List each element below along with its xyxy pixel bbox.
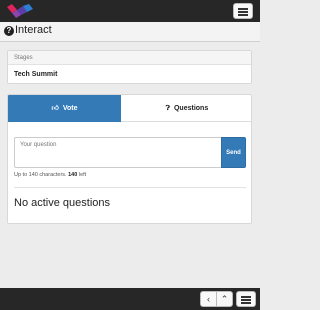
hamburger-menu-icon bbox=[241, 296, 251, 306]
scroll-up-button[interactable]: ⌃ bbox=[216, 291, 233, 307]
page-header: ? Interact bbox=[0, 22, 260, 42]
page-title: Interact bbox=[15, 24, 52, 36]
brand-logo-icon[interactable] bbox=[7, 4, 33, 18]
empty-state-message: No active questions bbox=[14, 197, 110, 209]
hint-prefix: Up to 140 characters. bbox=[14, 172, 67, 178]
previous-button[interactable]: ‹ bbox=[200, 291, 217, 307]
tab-vote-label: Vote bbox=[62, 105, 78, 112]
character-count-hint: Up to 140 characters. 140 left bbox=[14, 172, 86, 178]
send-button[interactable]: Send bbox=[221, 137, 246, 168]
menu-button[interactable] bbox=[233, 3, 253, 19]
remaining-characters: 140 bbox=[68, 172, 78, 178]
interact-panel: 👍︎Vote ❓︎Questions Send Up to 140 charac… bbox=[7, 94, 252, 224]
tab-questions[interactable]: ❓︎ Questions bbox=[121, 95, 251, 122]
question-circle-icon: ❓︎ bbox=[165, 105, 170, 112]
stage-panel-heading: Stages bbox=[8, 51, 251, 65]
question-circle-icon[interactable]: ? bbox=[4, 26, 14, 36]
tab-vote[interactable]: 👍︎ Vote bbox=[8, 95, 121, 122]
bottom-menu-button[interactable] bbox=[236, 291, 256, 307]
stage-panel: Stages Tech Summit bbox=[7, 50, 252, 84]
hamburger-menu-icon bbox=[238, 8, 248, 18]
question-input[interactable] bbox=[14, 137, 221, 168]
chevron-up-icon: ⌃ bbox=[220, 294, 229, 304]
thumbs-up-icon: 👍︎ bbox=[51, 105, 59, 112]
chevron-left-icon: ‹ bbox=[207, 294, 210, 304]
bottom-navbar: ‹ ⌃ bbox=[0, 288, 260, 310]
stage-name: Tech Summit bbox=[14, 71, 58, 78]
tab-questions-label: Questions bbox=[173, 105, 209, 112]
top-navbar bbox=[0, 0, 260, 22]
hint-suffix: left bbox=[78, 172, 87, 178]
divider bbox=[14, 187, 246, 188]
